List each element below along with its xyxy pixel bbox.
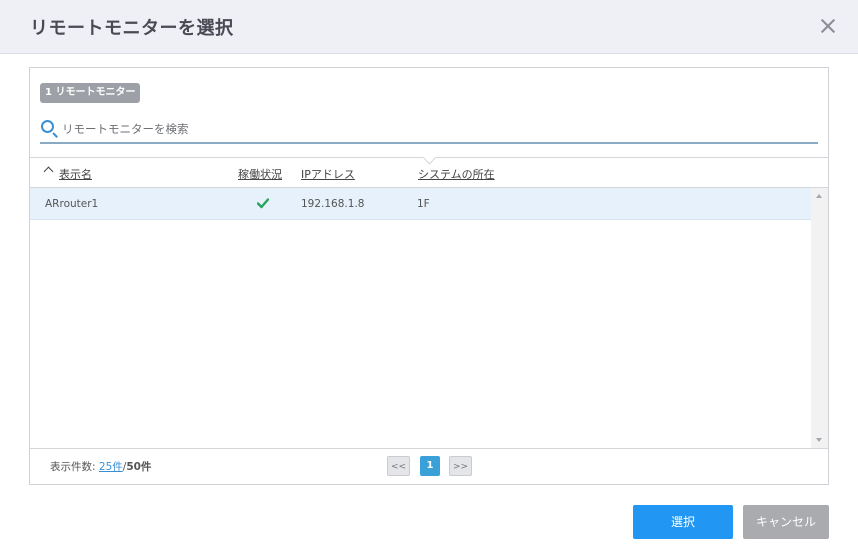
scroll-down-icon[interactable] (816, 438, 822, 442)
vertical-scrollbar[interactable] (811, 188, 828, 448)
selected-count-badge[interactable]: 1 リモートモニター (40, 83, 141, 103)
page-size-link[interactable]: 25件 (99, 461, 123, 473)
current-page-button[interactable]: 1 (420, 456, 440, 476)
close-icon[interactable] (818, 16, 838, 36)
next-page-button[interactable]: >> (449, 456, 472, 476)
select-button[interactable]: 選択 (633, 505, 733, 539)
column-header-location[interactable]: システムの所在 (418, 166, 495, 182)
search-bar (40, 116, 818, 144)
search-input[interactable] (62, 118, 802, 140)
cell-display-name: ARrouter1 (45, 198, 99, 210)
table-body: ARrouter1 192.168.1.8 1F (30, 188, 811, 448)
table-row[interactable]: ARrouter1 192.168.1.8 1F (30, 188, 811, 220)
selection-panel: 1 リモートモニター 表示名 稼働状況 IPアドレス システムの所在 ARrou… (29, 67, 829, 485)
column-pointer-icon (423, 157, 436, 165)
remote-monitor-dialog: リモートモニターを選択 1 リモートモニター 表示名 稼働状況 IPアドレス シ… (0, 0, 858, 558)
page-size-label: 表示件数: (50, 461, 96, 473)
column-header-status[interactable]: 稼働状況 (238, 166, 282, 182)
cell-ip-address: 192.168.1.8 (301, 198, 365, 210)
check-icon (257, 198, 269, 209)
total-count: 50件 (126, 461, 152, 473)
column-header-ip-address[interactable]: IPアドレス (301, 166, 355, 182)
cell-location: 1F (417, 198, 430, 210)
prev-page-button[interactable]: << (387, 456, 410, 476)
scroll-up-icon[interactable] (816, 194, 822, 198)
search-icon (41, 120, 54, 133)
column-header-display-name[interactable]: 表示名 (59, 166, 92, 182)
cancel-button[interactable]: キャンセル (743, 505, 829, 539)
dialog-header: リモートモニターを選択 (0, 0, 858, 54)
sort-ascending-icon[interactable] (43, 166, 54, 177)
table-header: 表示名 稼働状況 IPアドレス システムの所在 (30, 157, 828, 188)
page-size-info: 表示件数: 25件/50件 (50, 459, 151, 474)
dialog-title: リモートモニターを選択 (30, 18, 234, 39)
table-footer: 表示件数: 25件/50件 << 1 >> (30, 448, 828, 484)
